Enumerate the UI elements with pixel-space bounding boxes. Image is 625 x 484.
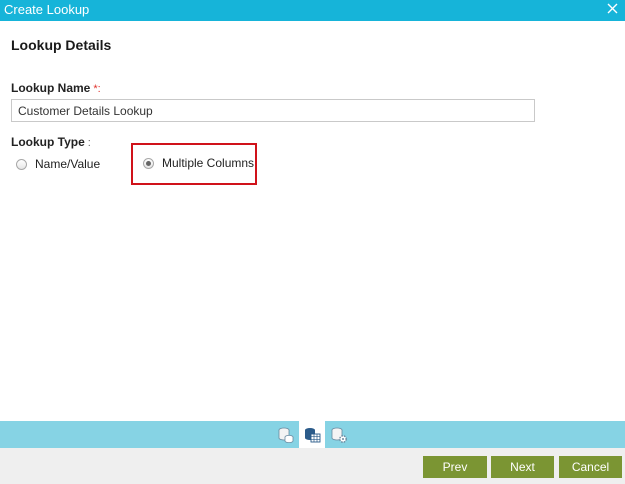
step-database-stack[interactable] [273, 421, 299, 448]
radio-name-value-label: Name/Value [35, 157, 101, 171]
database-table-icon [305, 427, 321, 442]
next-button[interactable]: Next [491, 456, 554, 478]
dialog-title: Create Lookup [4, 2, 90, 17]
cancel-button[interactable]: Cancel [559, 456, 622, 478]
lookup-type-colon: : [87, 137, 91, 149]
database-settings-icon [331, 427, 347, 443]
required-marker: *: [93, 83, 101, 95]
radio-multiple-columns-label: Multiple Columns [162, 156, 255, 170]
radio-multiple-columns[interactable]: Multiple Columns [143, 156, 254, 170]
dialog-content: Lookup Details Lookup Name*: Lookup Type… [0, 21, 625, 421]
radio-name-value-button[interactable] [16, 158, 27, 170]
lookup-name-input[interactable] [11, 99, 535, 122]
lookup-name-label-text: Lookup Name [11, 81, 91, 95]
database-stack-icon [278, 427, 294, 443]
wizard-step-bar [0, 421, 625, 448]
radio-name-value[interactable]: Name/Value [16, 157, 100, 171]
dialog-footer: Prev Next Cancel [0, 448, 625, 484]
radio-multiple-columns-button[interactable] [143, 157, 154, 169]
lookup-type-label-text: Lookup Type [11, 135, 85, 149]
step-database-table[interactable] [299, 421, 325, 448]
lookup-type-label: Lookup Type: [11, 135, 91, 149]
dialog-titlebar: Create Lookup [0, 0, 625, 21]
prev-button[interactable]: Prev [423, 456, 487, 478]
section-title: Lookup Details [11, 37, 112, 53]
close-icon[interactable] [605, 1, 620, 16]
step-database-settings[interactable] [326, 421, 352, 448]
lookup-name-label: Lookup Name *: [11, 81, 101, 95]
